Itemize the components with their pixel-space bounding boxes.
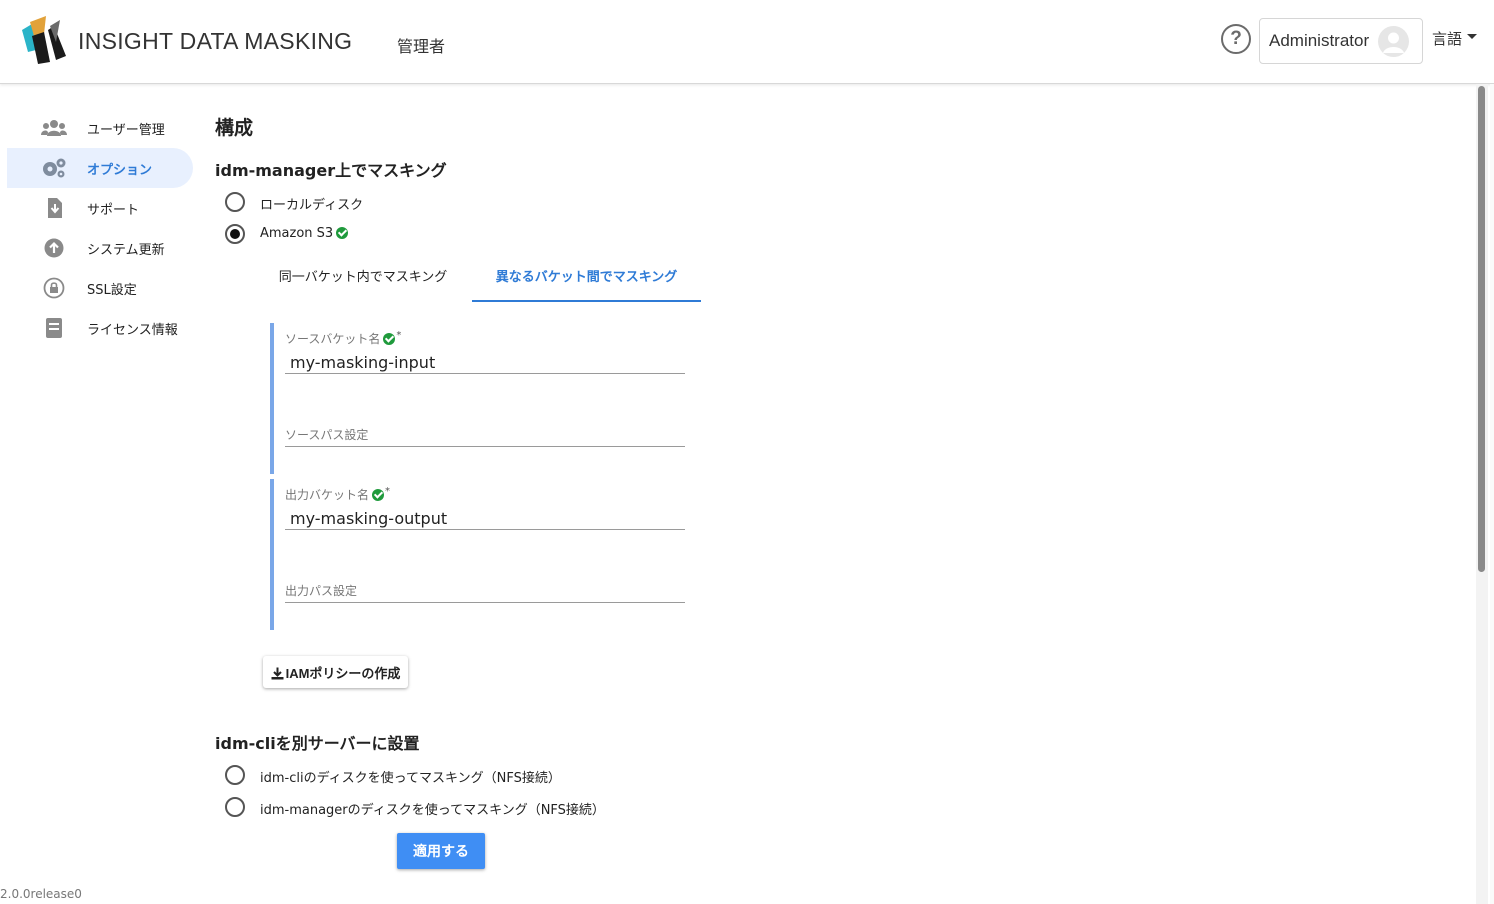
output-group-bar bbox=[270, 479, 274, 630]
avatar bbox=[1378, 26, 1409, 57]
language-menu[interactable]: 言語 bbox=[1432, 28, 1478, 49]
gears-icon bbox=[43, 158, 66, 178]
apply-button[interactable]: 適用する bbox=[397, 833, 485, 869]
tab-different-buckets[interactable]: 異なるバケット間でマスキング bbox=[472, 262, 701, 302]
caret-down-icon bbox=[1467, 34, 1478, 39]
create-iam-policy-label: IAMポリシーの作成 bbox=[285, 665, 401, 681]
lock-icon bbox=[43, 277, 65, 299]
check-circle-icon bbox=[372, 488, 385, 501]
section-heading-cli: idm-cliを別サーバーに設置 bbox=[215, 734, 420, 753]
radio-label-manager-disk[interactable]: idm-managerのディスクを使ってマスキング（NFS接続） bbox=[260, 799, 605, 818]
page-title: 構成 bbox=[215, 117, 254, 139]
output-bucket-input[interactable] bbox=[285, 508, 685, 530]
version-label: 2.0.0release0 bbox=[0, 887, 82, 901]
amazon-s3-label: Amazon S3 bbox=[260, 226, 334, 241]
sidebar-item-support[interactable]: サポート bbox=[7, 188, 193, 228]
check-circle-icon bbox=[336, 226, 349, 239]
source-bucket-label-text: ソースバケット名 bbox=[285, 332, 381, 346]
sidebar-item-label: オプション bbox=[87, 163, 153, 178]
output-path-input[interactable] bbox=[285, 585, 685, 603]
source-bucket-label: ソースバケット名 * bbox=[285, 330, 401, 347]
username-label: Administrator bbox=[1269, 31, 1370, 50]
tab-same-bucket[interactable]: 同一バケット内でマスキング bbox=[262, 262, 464, 302]
required-marker: * bbox=[396, 330, 402, 341]
app-logo bbox=[22, 16, 66, 64]
radio-local-disk[interactable] bbox=[225, 192, 245, 212]
user-icon bbox=[1383, 32, 1404, 53]
language-label: 言語 bbox=[1432, 30, 1463, 48]
sidebar-item-label: サポート bbox=[87, 203, 140, 218]
user-menu-button[interactable]: Administrator bbox=[1259, 18, 1423, 64]
sidebar-item-label: SSL設定 bbox=[87, 283, 137, 298]
radio-cli-disk[interactable] bbox=[225, 765, 245, 785]
output-bucket-label: 出力バケット名 * bbox=[285, 486, 390, 503]
radio-amazon-s3[interactable] bbox=[225, 224, 245, 244]
section-heading-manager: idm-manager上でマスキング bbox=[215, 161, 447, 180]
arrow-up-circle-icon bbox=[44, 238, 64, 258]
help-icon[interactable]: ? bbox=[1221, 24, 1251, 54]
radio-manager-disk[interactable] bbox=[225, 797, 245, 817]
check-circle-icon bbox=[383, 332, 396, 345]
download-icon bbox=[271, 667, 284, 680]
source-bucket-input[interactable] bbox=[285, 352, 685, 374]
page-edge bbox=[1490, 84, 1494, 904]
create-iam-policy-button[interactable]: IAMポリシーの作成 bbox=[263, 656, 408, 688]
source-path-input[interactable] bbox=[285, 429, 685, 447]
radio-label-cli-disk[interactable]: idm-cliのディスクを使ってマスキング（NFS接続） bbox=[260, 767, 561, 786]
users-icon bbox=[41, 120, 67, 136]
sidebar-item-label: システム更新 bbox=[87, 243, 165, 258]
sidebar-item-label: ユーザー管理 bbox=[87, 123, 165, 138]
brand-name: INSIGHT DATA MASKING bbox=[78, 28, 353, 54]
file-download-icon bbox=[48, 198, 62, 218]
sidebar-item-license-info[interactable]: ライセンス情報 bbox=[7, 308, 193, 348]
output-bucket-label-text: 出力バケット名 bbox=[285, 488, 370, 502]
sidebar-item-ssl-settings[interactable]: SSL設定 bbox=[7, 268, 193, 308]
source-group-bar bbox=[270, 323, 274, 474]
scrollbar-thumb[interactable] bbox=[1478, 86, 1485, 572]
sidebar-item-label: ライセンス情報 bbox=[87, 323, 178, 338]
document-icon bbox=[46, 318, 62, 338]
required-marker: * bbox=[385, 486, 391, 497]
role-label: 管理者 bbox=[397, 37, 446, 56]
top-header: INSIGHT DATA MASKING 管理者 ? Administrator… bbox=[0, 0, 1494, 84]
sidebar-item-user-management[interactable]: ユーザー管理 bbox=[7, 108, 193, 148]
sidebar-item-options[interactable]: オプション bbox=[7, 148, 193, 188]
radio-label-amazon-s3[interactable]: Amazon S3 bbox=[260, 226, 349, 241]
radio-label-local-disk[interactable]: ローカルディスク bbox=[260, 194, 363, 213]
sidebar-item-system-update[interactable]: システム更新 bbox=[7, 228, 193, 268]
